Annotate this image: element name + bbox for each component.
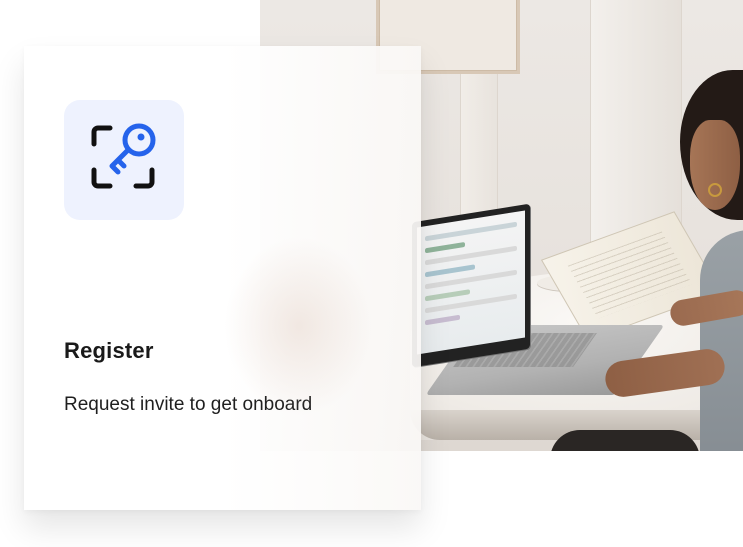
screen-row [425,289,470,302]
earring [708,183,722,197]
key-scan-icon [91,123,156,189]
card-title: Register [64,338,154,363]
screen-row [425,221,517,242]
page: Register Request invite to get onboard [0,0,743,547]
icon-tile [64,100,184,220]
person-body [700,230,743,451]
chair [550,430,700,451]
laptop-screen [412,203,530,368]
register-card[interactable]: Register Request invite to get onboard [24,46,421,510]
laptop-screen-content [417,210,525,355]
screen-row [425,264,475,278]
screen-row [425,314,460,326]
screen-row [425,241,465,254]
card-subtitle: Request invite to get onboard [64,394,313,415]
